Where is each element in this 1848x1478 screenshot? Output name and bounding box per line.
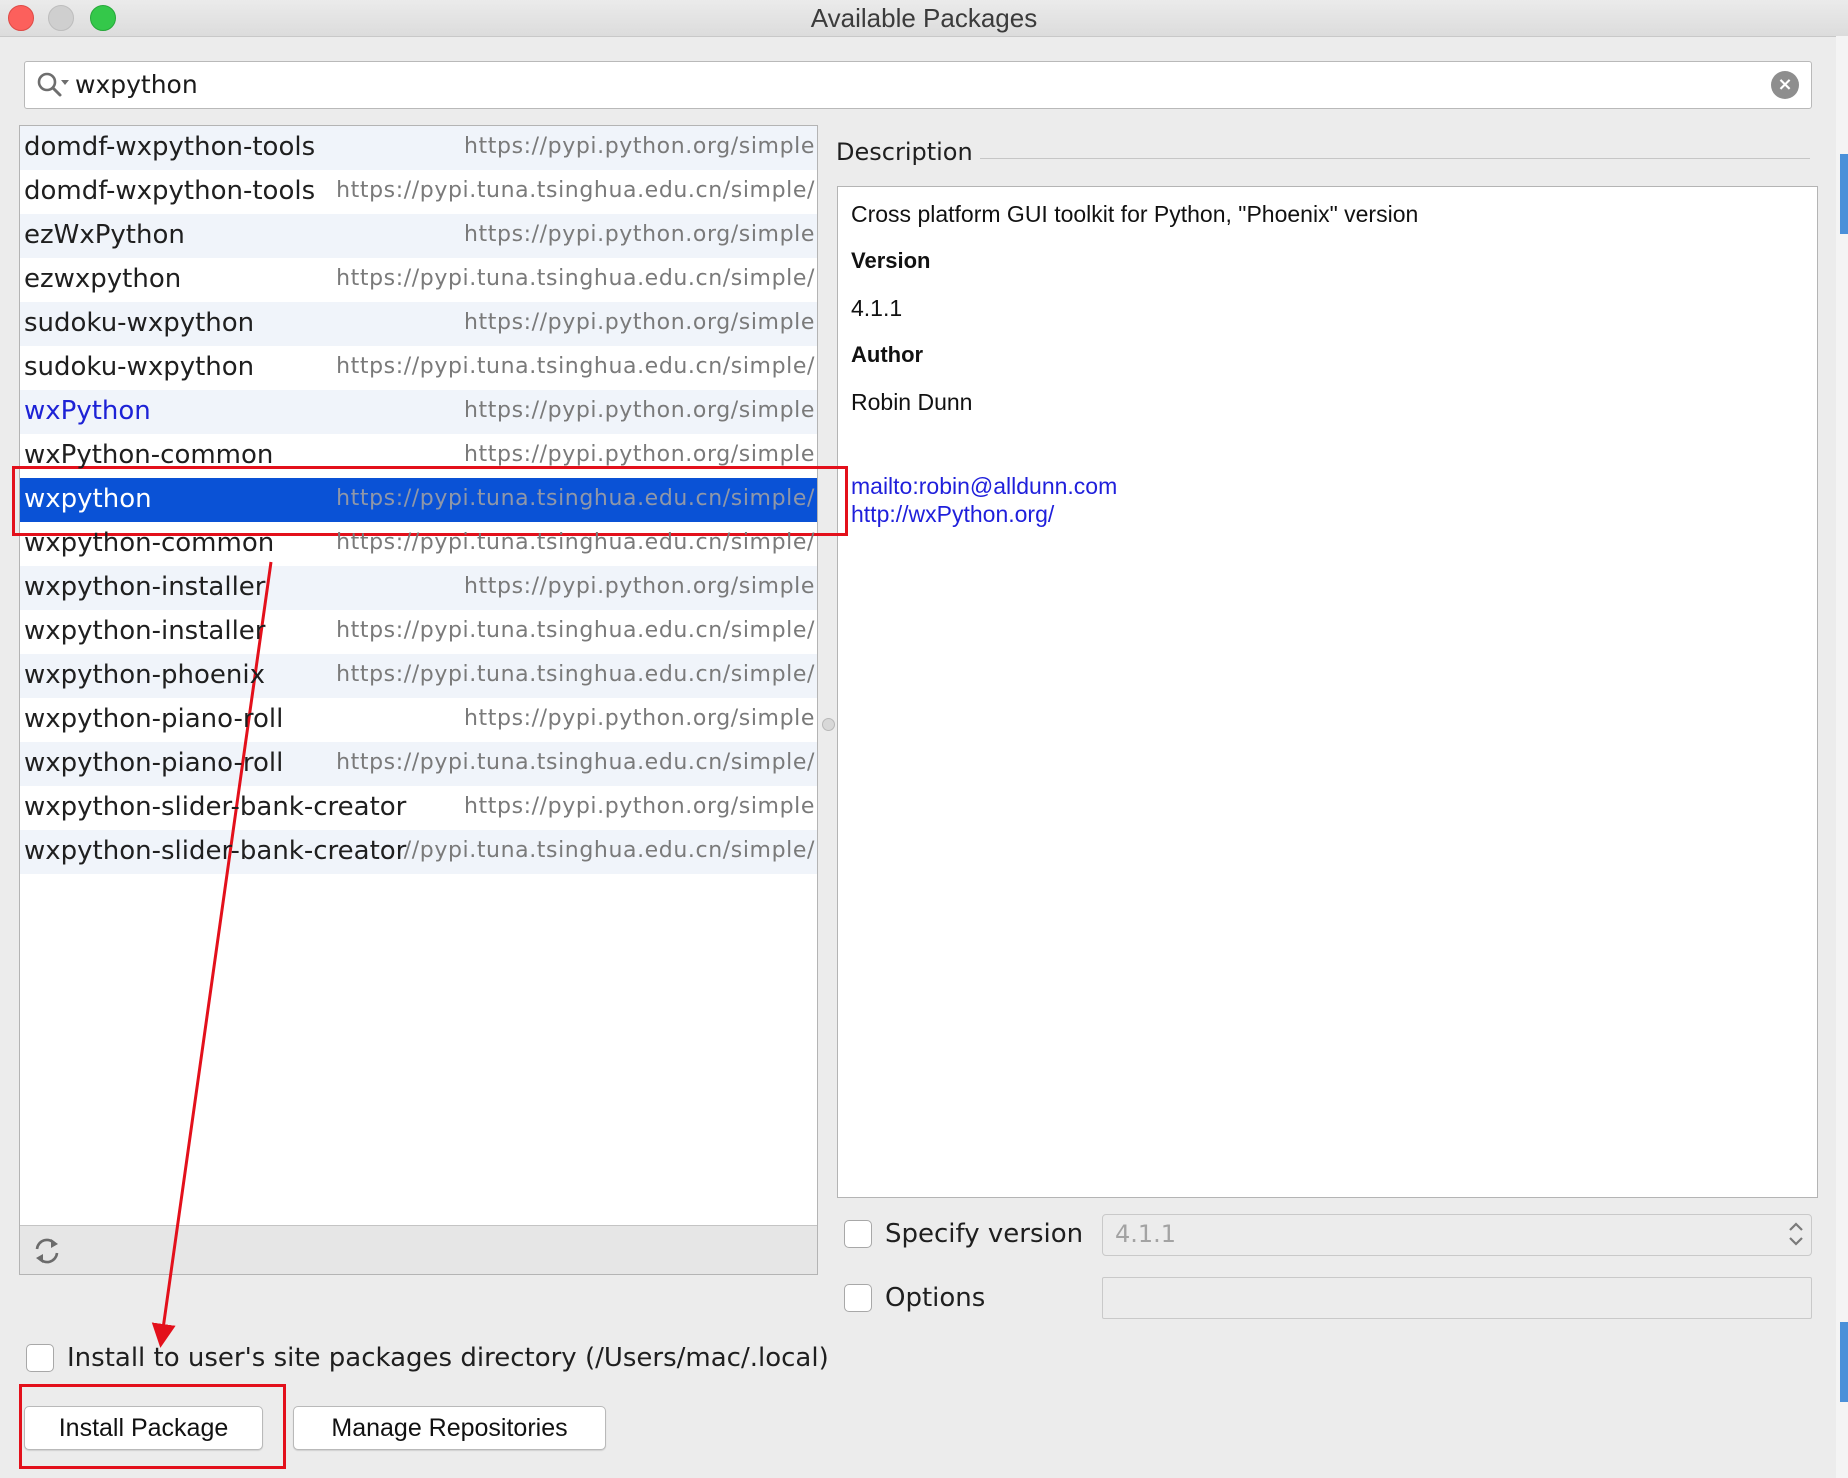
package-name: wxpython-slider-bank-creator (24, 836, 407, 866)
background-window-edge (1836, 36, 1848, 1478)
package-name: ezwxpython (24, 264, 182, 294)
package-name: wxPython-common (24, 440, 274, 470)
package-name: wxPython (24, 396, 151, 426)
package-repository: https://pypi.tuna.tsinghua.edu.cn/simple… (336, 662, 815, 687)
package-repository: //pypi.tuna.tsinghua.edu.cn/simple/ (403, 838, 815, 863)
package-repository: https://pypi.tuna.tsinghua.edu.cn/simple… (336, 486, 815, 511)
package-repository: https://pypi.python.org/simple (464, 706, 815, 731)
package-repository: https://pypi.python.org/simple (464, 222, 815, 247)
package-name: wxpython (24, 484, 152, 514)
package-name: wxpython-installer (24, 616, 266, 646)
package-name: sudoku-wxpython (24, 352, 255, 382)
package-name: ezWxPython (24, 220, 185, 250)
package-repository: https://pypi.python.org/simple (464, 134, 815, 159)
package-name: sudoku-wxpython (24, 308, 255, 338)
package-repository: https://pypi.tuna.tsinghua.edu.cn/simple… (336, 178, 815, 203)
package-name: wxpython-common (24, 528, 275, 558)
package-repository: https://pypi.python.org/simple (464, 442, 815, 467)
package-repository: https://pypi.tuna.tsinghua.edu.cn/simple… (336, 354, 815, 379)
package-name: domdf-wxpython-tools (24, 132, 316, 162)
package-repository: https://pypi.python.org/simple (464, 794, 815, 819)
package-name: wxpython-slider-bank-creator (24, 792, 407, 822)
package-repository: https://pypi.python.org/simple (464, 398, 815, 423)
package-name: wxpython-installer (24, 572, 266, 602)
package-repository: https://pypi.tuna.tsinghua.edu.cn/simple… (336, 750, 815, 775)
package-repository: https://pypi.python.org/simple (464, 310, 815, 335)
package-repository: https://pypi.python.org/simple (464, 574, 815, 599)
package-repository: https://pypi.tuna.tsinghua.edu.cn/simple… (336, 266, 815, 291)
package-name: domdf-wxpython-tools (24, 176, 316, 206)
package-name: wxpython-piano-roll (24, 704, 284, 734)
package-repository: https://pypi.tuna.tsinghua.edu.cn/simple… (336, 530, 815, 555)
package-name: wxpython-piano-roll (24, 748, 284, 778)
package-repository: https://pypi.tuna.tsinghua.edu.cn/simple… (336, 618, 815, 643)
annotation-arrow (151, 561, 273, 1348)
package-name: wxpython-phoenix (24, 660, 265, 690)
